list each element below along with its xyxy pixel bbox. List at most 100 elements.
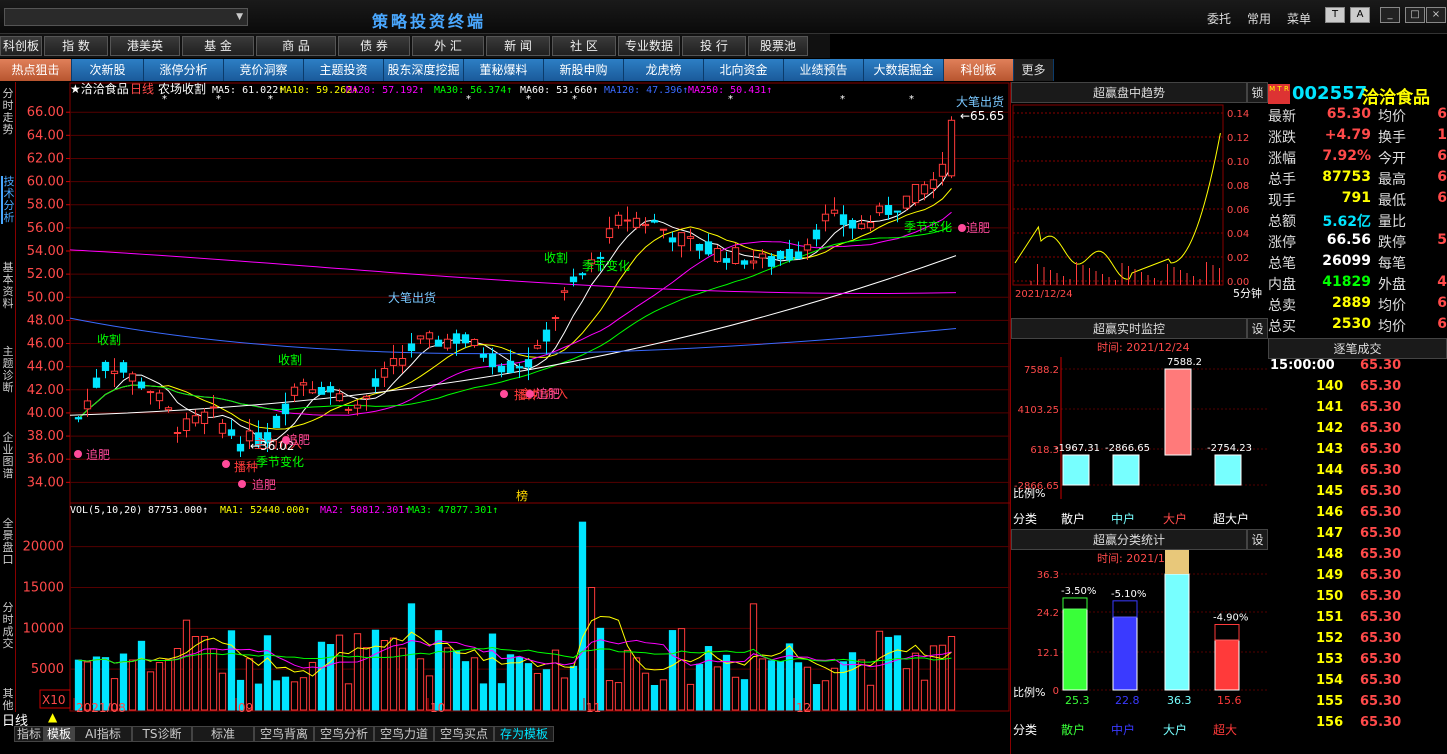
nav-forex[interactable]: 外 汇: [412, 36, 484, 56]
candle-body: [101, 361, 110, 372]
stock-search-combo[interactable]: ▼: [4, 8, 248, 26]
tab-bigdata[interactable]: 大数据掘金: [864, 59, 944, 81]
tab-theme[interactable]: 主题投资: [304, 59, 384, 81]
price-tick-label: 42.00: [27, 383, 64, 398]
menu-main[interactable]: 菜单: [1287, 10, 1311, 27]
price-tick-label: 38.00: [27, 429, 64, 444]
star-marker-icon: *: [216, 94, 221, 105]
volume-bar: [317, 641, 326, 711]
tab-northbound[interactable]: 北向资金: [704, 59, 784, 81]
quote-label-2: 每笔: [1378, 256, 1406, 272]
volume-bar: [416, 658, 425, 711]
volume-bar: [155, 662, 164, 711]
volume-bar: [740, 679, 749, 711]
volume-bar: [839, 661, 848, 711]
candle-body: [110, 370, 119, 375]
nav-ib[interactable]: 投 行: [682, 36, 746, 56]
tab-ts-diag[interactable]: TS诊断: [132, 726, 192, 742]
sidebar-intraday[interactable]: 分时走势: [1, 88, 15, 136]
tab-buy-point[interactable]: 空鸟买点: [434, 726, 494, 742]
sidebar-company-map[interactable]: 企业图谱: [1, 432, 15, 480]
tab-save-template[interactable]: 存为模板: [494, 726, 554, 742]
lock-button[interactable]: 锁: [1247, 82, 1268, 103]
tick-price: 65.30: [1360, 442, 1402, 457]
signal-dot-icon: [282, 436, 290, 444]
t-icon[interactable]: T: [1325, 7, 1345, 23]
tick-number: 154: [1316, 673, 1344, 688]
sidebar-ticks[interactable]: 分时成交: [1, 602, 15, 650]
volume-bar: [650, 684, 659, 711]
quote-value-2: 6: [1437, 148, 1447, 164]
tab-indicator[interactable]: 指标: [14, 726, 44, 742]
nav-pro-data[interactable]: 专业数据: [618, 36, 680, 56]
sidebar-theme-diag[interactable]: 主题诊断: [1, 346, 15, 394]
nav-fund[interactable]: 基 金: [182, 36, 254, 56]
volume-bar: [263, 635, 272, 711]
tick-price: 65.30: [1360, 568, 1402, 583]
nav-community[interactable]: 社 区: [552, 36, 616, 56]
monitor-cat-label: 分类: [1013, 512, 1037, 526]
monitor-settings-button[interactable]: 设: [1247, 318, 1268, 339]
nav-stock-pool[interactable]: 股票池: [748, 36, 808, 56]
nav-index[interactable]: 指 数: [44, 36, 108, 56]
tab-ai-indicator[interactable]: AI指标: [74, 726, 132, 742]
tab-earnings[interactable]: 业绩预告: [784, 59, 864, 81]
tick-number: 140: [1316, 379, 1344, 394]
volume-bar: [911, 652, 920, 711]
signal-dot-icon: [958, 224, 966, 232]
price-tick-label: 44.00: [27, 360, 64, 375]
quote-value: 41829: [1322, 274, 1371, 290]
tab-ipo[interactable]: 新股申购: [544, 59, 624, 81]
candle-body: [533, 344, 542, 349]
tab-limit-up[interactable]: 涨停分析: [144, 59, 224, 81]
tab-kechuangban[interactable]: 科创板: [944, 59, 1014, 81]
menu-common[interactable]: 常用: [1247, 10, 1271, 27]
quote-label-2: 最低: [1378, 193, 1406, 209]
tab-divergence[interactable]: 空鸟背离: [254, 726, 314, 742]
period-up-icon[interactable]: ▲: [48, 710, 57, 724]
tab-auction[interactable]: 竞价洞察: [224, 59, 304, 81]
sidebar-technical[interactable]: 技术分析: [1, 176, 15, 224]
tab-template[interactable]: 模板: [44, 726, 74, 742]
volume-bar: [164, 659, 173, 711]
nav-hk-us[interactable]: 港美英: [110, 36, 180, 56]
monitor-chart: 时间: 2021/12/247588.24103.25618.3-2866.65…: [1013, 341, 1267, 526]
vol-tick-label: 10000: [23, 621, 64, 636]
nav-news[interactable]: 新 闻: [486, 36, 550, 56]
candle-body: [920, 184, 929, 195]
ma-legend: MA60: 53.660↑: [520, 85, 598, 96]
tab-hot-snipe[interactable]: 热点狙击: [0, 59, 72, 81]
menu-trade[interactable]: 委托: [1207, 10, 1231, 27]
tab-holder[interactable]: 股东深度挖掘: [384, 59, 464, 81]
sidebar-basic-info[interactable]: 基本资料: [1, 262, 15, 310]
candle-body: [452, 333, 461, 344]
stats-panel-title: 超赢分类统计: [1011, 529, 1247, 550]
volume-bar: [704, 646, 713, 711]
nav-bond[interactable]: 债 券: [338, 36, 410, 56]
sidebar-full-book[interactable]: 全景盘口: [1, 518, 15, 566]
nav-commodity[interactable]: 商 品: [256, 36, 336, 56]
volume-bar: [695, 663, 704, 711]
left-sidebar: 分时走势 技术分析 基本资料 主题诊断 企业图谱 全景盘口 分时成交 其他: [0, 82, 16, 724]
tick-row: 15:00:00 65.30: [1268, 358, 1447, 379]
sidebar-other[interactable]: 其他: [1, 688, 15, 712]
tab-dragon-tiger[interactable]: 龙虎榜: [624, 59, 704, 81]
tab-secretary[interactable]: 董秘爆料: [464, 59, 544, 81]
tab-standard[interactable]: 标准: [192, 726, 254, 742]
tab-new-stock[interactable]: 次新股: [72, 59, 144, 81]
minimize-icon[interactable]: _: [1380, 7, 1400, 23]
ticks-list: 15:00:00 65.30 140 65.30 141 65.30 142 65.30 143…: [1268, 358, 1447, 754]
close-icon[interactable]: ×: [1426, 7, 1446, 23]
nav-kechuangban[interactable]: 科创板: [0, 36, 42, 56]
chevron-down-icon[interactable]: ▼: [236, 12, 243, 22]
tab-force[interactable]: 空鸟力道: [374, 726, 434, 742]
candle-body: [299, 382, 308, 386]
tab-analysis[interactable]: 空鸟分析: [314, 726, 374, 742]
tab-more[interactable]: 更多: [1014, 59, 1054, 81]
kline-chart[interactable]: 66.00 64.00 62.00 60.00 58.00 56.00 54.00 52.00…: [16, 82, 1010, 712]
a-icon[interactable]: A: [1350, 7, 1370, 23]
stats-settings-button[interactable]: 设: [1247, 529, 1268, 550]
maximize-icon[interactable]: □: [1405, 7, 1425, 23]
stock-name: 洽洽食品: [1362, 88, 1430, 108]
signal-dot-icon: [222, 460, 230, 468]
